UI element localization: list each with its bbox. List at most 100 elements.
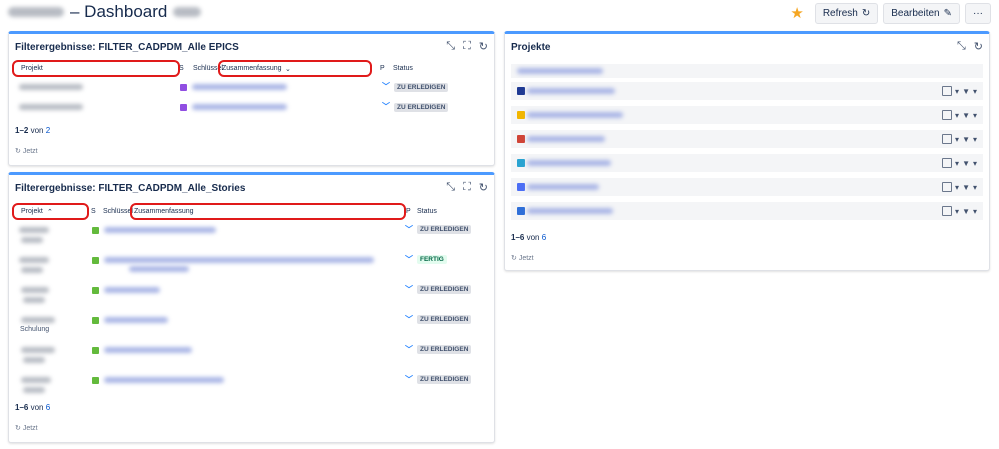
- chart-icon[interactable]: [942, 206, 953, 216]
- story-type-icon: [92, 227, 99, 234]
- table-row[interactable]: ﹀ ZU ERLEDIGEN: [9, 283, 494, 309]
- project-row[interactable]: ▾ ▼ ▾: [511, 106, 983, 124]
- column-status[interactable]: Status: [417, 208, 437, 215]
- chart-icon[interactable]: [942, 134, 953, 144]
- table-row[interactable]: ﹀ ZU ERLEDIGEN: [9, 81, 494, 95]
- table-row[interactable]: ﹀ ZU ERLEDIGEN: [9, 223, 494, 249]
- chart-icon[interactable]: [942, 110, 953, 120]
- column-p[interactable]: P: [380, 65, 385, 72]
- project-avatar-icon: [517, 135, 525, 143]
- chevron-down-icon[interactable]: ▾: [973, 207, 977, 216]
- priority-icon: ﹀: [405, 345, 413, 354]
- total-link[interactable]: 2: [46, 126, 50, 135]
- maximize-icon[interactable]: ⛶: [463, 181, 471, 194]
- project-actions[interactable]: ▾ ▼ ▾: [942, 206, 977, 216]
- project-avatar-icon: [517, 183, 525, 191]
- gadget-tools: ⤡ ↻: [957, 40, 983, 53]
- status-badge: ZU ERLEDIGEN: [417, 285, 472, 294]
- story-type-icon: [92, 377, 99, 384]
- total-link[interactable]: 6: [542, 233, 546, 242]
- priority-icon: ﹀: [382, 102, 390, 111]
- refresh-icon[interactable]: ↻: [15, 148, 21, 155]
- chevron-down-icon[interactable]: ▾: [955, 183, 959, 192]
- gadget-title: Projekte: [511, 42, 551, 53]
- chevron-down-icon[interactable]: ▾: [973, 135, 977, 144]
- refresh-icon[interactable]: ↻: [15, 425, 21, 432]
- table-row[interactable]: Schulung ﹀ ZU ERLEDIGEN: [9, 313, 494, 339]
- highlight-project-column: [12, 203, 89, 220]
- project-category-header: [511, 64, 983, 78]
- refresh-icon[interactable]: ↻: [511, 255, 517, 262]
- project-actions[interactable]: ▾ ▼ ▾: [942, 158, 977, 168]
- priority-icon: ﹀: [405, 375, 413, 384]
- chevron-down-icon[interactable]: ▾: [973, 87, 977, 96]
- refresh-icon[interactable]: ↻: [974, 40, 983, 53]
- result-count: 1–6 von 6: [511, 233, 547, 242]
- column-key[interactable]: Schlüssel: [103, 208, 133, 215]
- chevron-down-icon[interactable]: ▾: [973, 111, 977, 120]
- status-badge: FERTIG: [417, 255, 447, 264]
- total-link[interactable]: 6: [46, 403, 50, 412]
- chevron-down-icon[interactable]: ▾: [955, 207, 959, 216]
- table-row[interactable]: ﹀ ZU ERLEDIGEN: [9, 101, 494, 115]
- chevron-down-icon[interactable]: ▾: [973, 183, 977, 192]
- project-actions[interactable]: ▾ ▼ ▾: [942, 110, 977, 120]
- table-row[interactable]: ﹀ ZU ERLEDIGEN: [9, 343, 494, 369]
- project-row[interactable]: ▾ ▼ ▾: [511, 178, 983, 196]
- refresh-icon[interactable]: ↻: [479, 40, 488, 53]
- chart-icon[interactable]: [942, 158, 953, 168]
- status-badge: ZU ERLEDIGEN: [417, 225, 472, 234]
- epic-type-icon: [180, 84, 187, 91]
- filter-icon[interactable]: ▼: [962, 135, 970, 144]
- column-status[interactable]: Status: [393, 65, 413, 72]
- project-actions[interactable]: ▾ ▼ ▾: [942, 86, 977, 96]
- refresh-button[interactable]: Refresh ↻: [814, 3, 879, 24]
- star-icon[interactable]: ★: [790, 6, 803, 21]
- redacted-dashboard-owner: [8, 7, 64, 17]
- minimize-icon[interactable]: ⤡: [446, 40, 455, 53]
- project-actions[interactable]: ▾ ▼ ▾: [942, 182, 977, 192]
- last-updated: ↻ Jetzt: [511, 255, 534, 262]
- filter-icon[interactable]: ▼: [962, 159, 970, 168]
- filter-icon[interactable]: ▼: [962, 183, 970, 192]
- chevron-down-icon[interactable]: ▾: [955, 159, 959, 168]
- chart-icon[interactable]: [942, 182, 953, 192]
- last-updated: ↻ Jetzt: [15, 425, 38, 432]
- project-avatar-icon: [517, 111, 525, 119]
- chevron-down-icon[interactable]: ▾: [955, 87, 959, 96]
- edit-button[interactable]: Bearbeiten ✎: [883, 3, 960, 24]
- project-actions[interactable]: ▾ ▼ ▾: [942, 134, 977, 144]
- story-type-icon: [92, 257, 99, 264]
- refresh-icon[interactable]: ↻: [479, 181, 488, 194]
- minimize-icon[interactable]: ⤡: [446, 181, 455, 194]
- chevron-down-icon[interactable]: ▾: [955, 111, 959, 120]
- project-row[interactable]: ▾ ▼ ▾: [511, 82, 983, 100]
- filter-icon[interactable]: ▼: [962, 111, 970, 120]
- filter-icon[interactable]: ▼: [962, 87, 970, 96]
- column-s[interactable]: S: [91, 208, 96, 215]
- status-badge: ZU ERLEDIGEN: [394, 83, 449, 92]
- table-row[interactable]: ﹀ ZU ERLEDIGEN: [9, 373, 494, 399]
- epics-filter-gadget: Filterergebnisse: FILTER_CADPDM_Alle EPI…: [8, 31, 495, 166]
- highlight-project-column: [12, 60, 180, 77]
- more-button[interactable]: ···: [965, 3, 991, 24]
- column-p[interactable]: P: [406, 208, 411, 215]
- project-row[interactable]: ▾ ▼ ▾: [511, 202, 983, 220]
- table-row[interactable]: ﹀ FERTIG: [9, 253, 494, 279]
- dashboard-title: – Dashboard: [70, 2, 168, 21]
- chevron-down-icon[interactable]: ▾: [973, 159, 977, 168]
- maximize-icon[interactable]: ⛶: [463, 40, 471, 53]
- gadget-tools: ⤡ ⛶ ↻: [446, 181, 488, 194]
- filter-icon[interactable]: ▼: [962, 207, 970, 216]
- project-name-fragment: Schulung: [20, 326, 50, 333]
- status-badge: ZU ERLEDIGEN: [417, 315, 472, 324]
- chevron-down-icon[interactable]: ▾: [955, 135, 959, 144]
- gadget-title: Filterergebnisse: FILTER_CADPDM_Alle_Sto…: [15, 183, 246, 194]
- project-avatar-icon: [517, 207, 525, 215]
- minimize-icon[interactable]: ⤡: [957, 40, 966, 53]
- project-row[interactable]: ▾ ▼ ▾: [511, 130, 983, 148]
- project-row[interactable]: ▾ ▼ ▾: [511, 154, 983, 172]
- result-count: 1–2 von 2: [15, 126, 51, 135]
- result-count: 1–6 von 6: [15, 403, 51, 412]
- chart-icon[interactable]: [942, 86, 953, 96]
